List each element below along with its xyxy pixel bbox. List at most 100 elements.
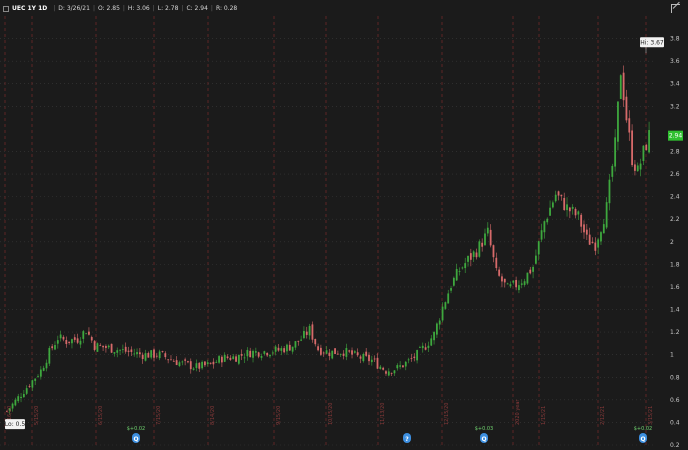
candle-body bbox=[458, 271, 461, 272]
candle-body bbox=[178, 362, 181, 367]
candle-body bbox=[410, 358, 413, 360]
candle-body bbox=[413, 356, 416, 358]
candle-body bbox=[82, 331, 85, 339]
candle-body bbox=[617, 101, 619, 142]
expand-corner-icon[interactable] bbox=[671, 4, 680, 13]
y-tick-label: 3.8 bbox=[670, 36, 680, 43]
candle-body bbox=[597, 239, 600, 248]
candle-body bbox=[215, 361, 218, 363]
candle-body bbox=[286, 344, 288, 352]
candle-body bbox=[351, 350, 353, 355]
candle-body bbox=[243, 357, 246, 359]
candle-body bbox=[170, 359, 172, 361]
candle-body bbox=[147, 353, 150, 358]
candle-body bbox=[56, 340, 59, 344]
candle-body bbox=[93, 341, 96, 351]
candle-body bbox=[611, 165, 614, 177]
y-axis-labels: 0.2 0.4 0.6 0.8 1 1.2 1.4 1.6 1.8 2 2.2 2.4 2.6 2.8 3.… bbox=[670, 36, 680, 449]
candle-body bbox=[254, 351, 257, 353]
candle-body bbox=[526, 272, 529, 284]
candle-body bbox=[280, 348, 283, 351]
candle-body bbox=[336, 353, 339, 355]
candle-body bbox=[130, 349, 133, 352]
candle-body bbox=[622, 72, 625, 101]
candle-body bbox=[127, 350, 130, 352]
candle-body bbox=[331, 350, 334, 359]
candle-body bbox=[436, 323, 438, 335]
candle-body bbox=[226, 356, 229, 358]
candle-body bbox=[260, 356, 263, 358]
candle-body bbox=[574, 208, 577, 216]
candle-body bbox=[105, 346, 107, 348]
candle-body bbox=[427, 345, 430, 348]
candle-body bbox=[475, 252, 478, 258]
candle-body bbox=[568, 207, 571, 212]
candle-body bbox=[283, 348, 286, 353]
x-tick-label: 2/12/21 bbox=[600, 406, 606, 425]
x-tick-label: 3/15/21 bbox=[648, 406, 654, 425]
low-label: L: 2.78 bbox=[157, 5, 179, 12]
candle-body bbox=[246, 349, 249, 357]
candle-body bbox=[232, 356, 235, 360]
candle-body bbox=[20, 396, 22, 399]
candle-body bbox=[492, 245, 495, 258]
candle-body bbox=[229, 357, 232, 360]
y-tick-label: 0.4 bbox=[670, 419, 680, 426]
candle-body bbox=[51, 346, 54, 349]
y-tick-label: 0.8 bbox=[670, 374, 680, 381]
candle-body bbox=[441, 306, 444, 321]
candle-body bbox=[110, 343, 113, 353]
candle-body bbox=[520, 283, 523, 285]
candle-body bbox=[59, 334, 62, 339]
candle-body bbox=[529, 269, 532, 274]
candle-body bbox=[269, 354, 271, 357]
candle-body bbox=[523, 281, 526, 285]
y-tick-label: 1.2 bbox=[670, 329, 680, 336]
hi-tag-label: Hi: 3.67 bbox=[640, 39, 664, 46]
candle-body bbox=[512, 280, 515, 283]
candle-body bbox=[501, 276, 503, 282]
candle-body bbox=[551, 202, 554, 208]
candle-body bbox=[303, 331, 305, 339]
x-axis-labels: 4/16/20 5/15/20 6/15/20 7/15/20 8/14/20 9/15/… bbox=[7, 399, 654, 425]
candle-body bbox=[631, 130, 633, 166]
candle-body bbox=[113, 352, 116, 354]
candle-body bbox=[107, 345, 110, 348]
candle-body bbox=[342, 353, 345, 356]
candle-body bbox=[136, 352, 138, 355]
checkbox-icon[interactable] bbox=[3, 5, 9, 12]
x-tick-label: 12/15/20 bbox=[444, 403, 450, 425]
candle-body bbox=[314, 339, 317, 345]
candle-body bbox=[221, 356, 223, 363]
candle-body bbox=[625, 96, 628, 121]
candle-body bbox=[373, 358, 376, 360]
candle-body bbox=[71, 339, 73, 344]
candle-body bbox=[192, 368, 195, 370]
symbol-label[interactable]: UEC 1Y 1D bbox=[12, 5, 47, 12]
candle-body bbox=[602, 224, 605, 234]
price-chart[interactable]: 4/16/20 5/15/20 6/15/20 7/15/20 8/14/20 9/15/… bbox=[0, 0, 688, 450]
candle-body bbox=[600, 232, 602, 242]
candle-body bbox=[181, 361, 184, 363]
candle-body bbox=[464, 263, 467, 269]
candle-body bbox=[390, 372, 393, 374]
y-tick-label: 3.2 bbox=[670, 103, 680, 110]
candle-body bbox=[249, 350, 252, 358]
candle-body bbox=[478, 241, 481, 257]
candle-body bbox=[368, 354, 370, 362]
candle-body bbox=[25, 388, 28, 394]
candle-body bbox=[549, 207, 551, 216]
candle-body bbox=[560, 194, 563, 197]
separator: | bbox=[152, 5, 155, 12]
candle-body bbox=[291, 346, 294, 352]
candle-body bbox=[614, 137, 617, 167]
y-tick-label: 2.4 bbox=[670, 194, 680, 201]
candle-body bbox=[79, 340, 82, 345]
candle-body bbox=[144, 353, 147, 361]
candle-body bbox=[376, 357, 379, 369]
candle-body bbox=[424, 347, 427, 350]
y-tick-label: 3.4 bbox=[670, 81, 680, 88]
lo-tag-label: Lo: 0.5 bbox=[5, 421, 26, 428]
candle-body bbox=[554, 194, 557, 202]
chart-root: 4/16/20 5/15/20 6/15/20 7/15/20 8/14/20 9/15/… bbox=[0, 0, 688, 450]
